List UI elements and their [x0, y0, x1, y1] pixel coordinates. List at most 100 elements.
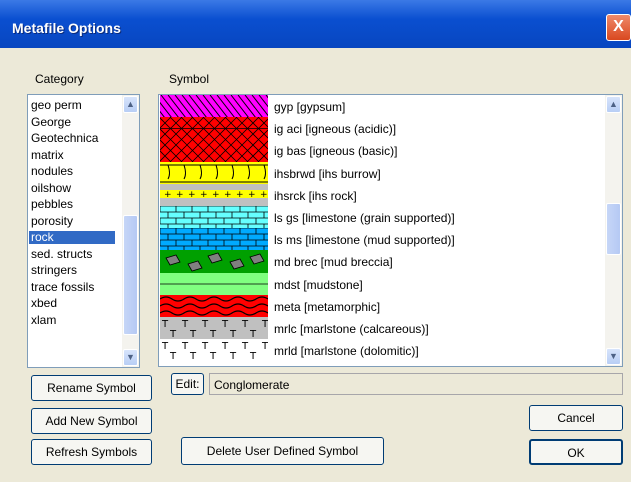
svg-text:T: T [221, 319, 229, 330]
category-item[interactable]: nodules [29, 165, 115, 178]
svg-text:T: T [229, 351, 237, 362]
category-item[interactable]: rock [29, 231, 115, 244]
pattern-swatch [159, 139, 304, 163]
symbol-row[interactable]: ig bas [igneous (basic)] [159, 139, 600, 163]
svg-text:T: T [241, 319, 249, 330]
metafile-options-dialog: Metafile Options X Category Symbol geo p… [0, 0, 631, 482]
svg-text:T: T [189, 351, 197, 362]
symbol-name: ig aci [igneous (acidic)] [274, 122, 397, 137]
symbol-row[interactable]: mdst [mudstone] [160, 272, 600, 296]
cancel-button[interactable]: Cancel [529, 405, 623, 431]
svg-text:T: T [249, 351, 257, 362]
symbol-row[interactable]: T T T T T T T T T T Tmrld [marlstone (dolomitic)] [160, 339, 600, 363]
scroll-down-icon[interactable]: ▼ [123, 349, 138, 366]
symbol-label: Symbol [169, 72, 210, 86]
symbol-scrollbar[interactable]: ▲ ▼ [605, 95, 622, 366]
pattern-swatch: + + + + + + + + + [160, 183, 268, 207]
svg-text:T: T [241, 341, 249, 352]
symbol-row[interactable]: gyp [gypsum] [159, 95, 600, 119]
symbol-row[interactable]: + + + + + + + + + ihsrck [ihs rock] [160, 183, 600, 207]
close-icon: X [613, 18, 624, 35]
svg-text:T: T [161, 341, 169, 352]
svg-text:T: T [181, 319, 189, 330]
symbol-name: mdst [mudstone] [274, 277, 363, 292]
scroll-thumb[interactable] [606, 203, 621, 255]
delete-user-symbol-button[interactable]: Delete User Defined Symbol [181, 437, 384, 465]
symbol-name: mrlc [marlstone (calcareous)] [274, 322, 429, 336]
rename-symbol-button[interactable]: Rename Symbol [31, 375, 152, 401]
pattern-swatch [159, 294, 269, 318]
edit-field-value: Conglomerate [214, 378, 290, 392]
scroll-up-icon[interactable]: ▲ [123, 96, 138, 113]
symbol-row[interactable]: ihsbrwd [ihs burrow] [160, 161, 600, 185]
title-bar[interactable]: Metafile Options X [0, 0, 631, 48]
svg-text:+: + [224, 190, 232, 200]
pattern-swatch [159, 116, 304, 141]
svg-text:+: + [248, 190, 256, 200]
category-item[interactable]: porosity [29, 215, 115, 228]
pattern-swatch [160, 161, 268, 185]
pattern-swatch: TTTTTTTTTTT [160, 317, 269, 340]
svg-text:T: T [201, 319, 209, 330]
symbol-row[interactable]: ls gs [limestone (grain supported)] [159, 205, 600, 230]
category-item[interactable]: trace fossils [29, 281, 115, 294]
symbol-items: gyp [gypsum] ig aci [igneous (acidic)] ig … [159, 95, 599, 366]
pattern-swatch [160, 250, 268, 274]
svg-text:+: + [164, 190, 172, 200]
category-item[interactable]: matrix [29, 149, 115, 162]
symbol-name: md brec [mud breccia] [274, 255, 393, 270]
svg-text:T: T [181, 341, 189, 352]
svg-text:T: T [169, 351, 177, 362]
window-title: Metafile Options [12, 20, 121, 36]
symbol-name: ls gs [limestone (grain supported)] [274, 211, 455, 225]
symbol-name: ig bas [igneous (basic)] [274, 144, 398, 159]
svg-text:T: T [161, 319, 169, 330]
svg-text:T: T [261, 319, 268, 330]
ok-button[interactable]: OK [529, 439, 623, 465]
scroll-up-icon[interactable]: ▲ [606, 96, 621, 113]
symbol-row[interactable]: T T T T T T T T T T Tmrlc [marlstone (calcareous)] [160, 317, 600, 340]
category-item[interactable]: Geotechnica [29, 132, 115, 145]
refresh-symbols-button[interactable]: Refresh Symbols [31, 439, 152, 465]
svg-text:T: T [209, 351, 217, 362]
svg-text:+: + [176, 190, 184, 200]
symbol-name: ls ms [limestone (mud supported)] [274, 233, 455, 248]
pattern-swatch: TTTTTTTTTTT [160, 339, 269, 363]
edit-button[interactable]: Edit: [171, 373, 204, 395]
svg-text:+: + [188, 190, 196, 200]
category-item[interactable]: pebbles [29, 198, 115, 211]
scroll-down-icon[interactable]: ▼ [606, 348, 621, 365]
pattern-swatch [159, 205, 268, 230]
category-item[interactable]: geo perm [29, 99, 115, 112]
symbol-list[interactable]: gyp [gypsum] ig aci [igneous (acidic)] ig … [158, 94, 623, 367]
symbol-name: meta [metamorphic] [274, 299, 381, 314]
category-label: Category [35, 72, 84, 86]
symbol-name: gyp [gypsum] [274, 100, 346, 114]
symbol-row[interactable]: ig aci [igneous (acidic)] [159, 116, 600, 141]
symbol-row[interactable]: md brec [mud breccia] [160, 250, 600, 274]
svg-text:T: T [261, 341, 268, 352]
category-items: geo perm George Geotechnica matrix nodules oi… [28, 95, 118, 367]
pattern-swatch [159, 95, 306, 119]
category-list[interactable]: geo perm George Geotechnica matrix nodules oi… [27, 94, 140, 368]
category-item[interactable]: George [29, 116, 115, 129]
scroll-thumb[interactable] [123, 215, 138, 335]
category-item[interactable]: stringers [29, 264, 115, 277]
svg-text:T: T [201, 341, 209, 352]
edit-field[interactable]: Conglomerate [209, 373, 623, 395]
category-item[interactable]: xlam [29, 314, 115, 327]
symbol-row[interactable]: ls ms [limestone (mud supported)] [159, 227, 600, 253]
category-item[interactable]: sed. structs [29, 248, 115, 261]
symbol-name: ihsbrwd [ihs burrow] [274, 166, 381, 181]
pattern-swatch [159, 227, 268, 253]
svg-text:T: T [221, 341, 229, 352]
symbol-row[interactable]: meta [metamorphic] [159, 294, 600, 318]
category-item[interactable]: oilshow [29, 182, 115, 195]
add-new-symbol-button[interactable]: Add New Symbol [31, 408, 152, 434]
category-scrollbar[interactable]: ▲ ▼ [122, 95, 139, 367]
svg-text:+: + [200, 190, 208, 200]
close-button[interactable]: X [606, 14, 631, 41]
category-item[interactable]: xbed [29, 297, 115, 310]
symbol-name: ihsrck [ihs rock] [274, 188, 357, 203]
svg-text:+: + [212, 190, 220, 200]
